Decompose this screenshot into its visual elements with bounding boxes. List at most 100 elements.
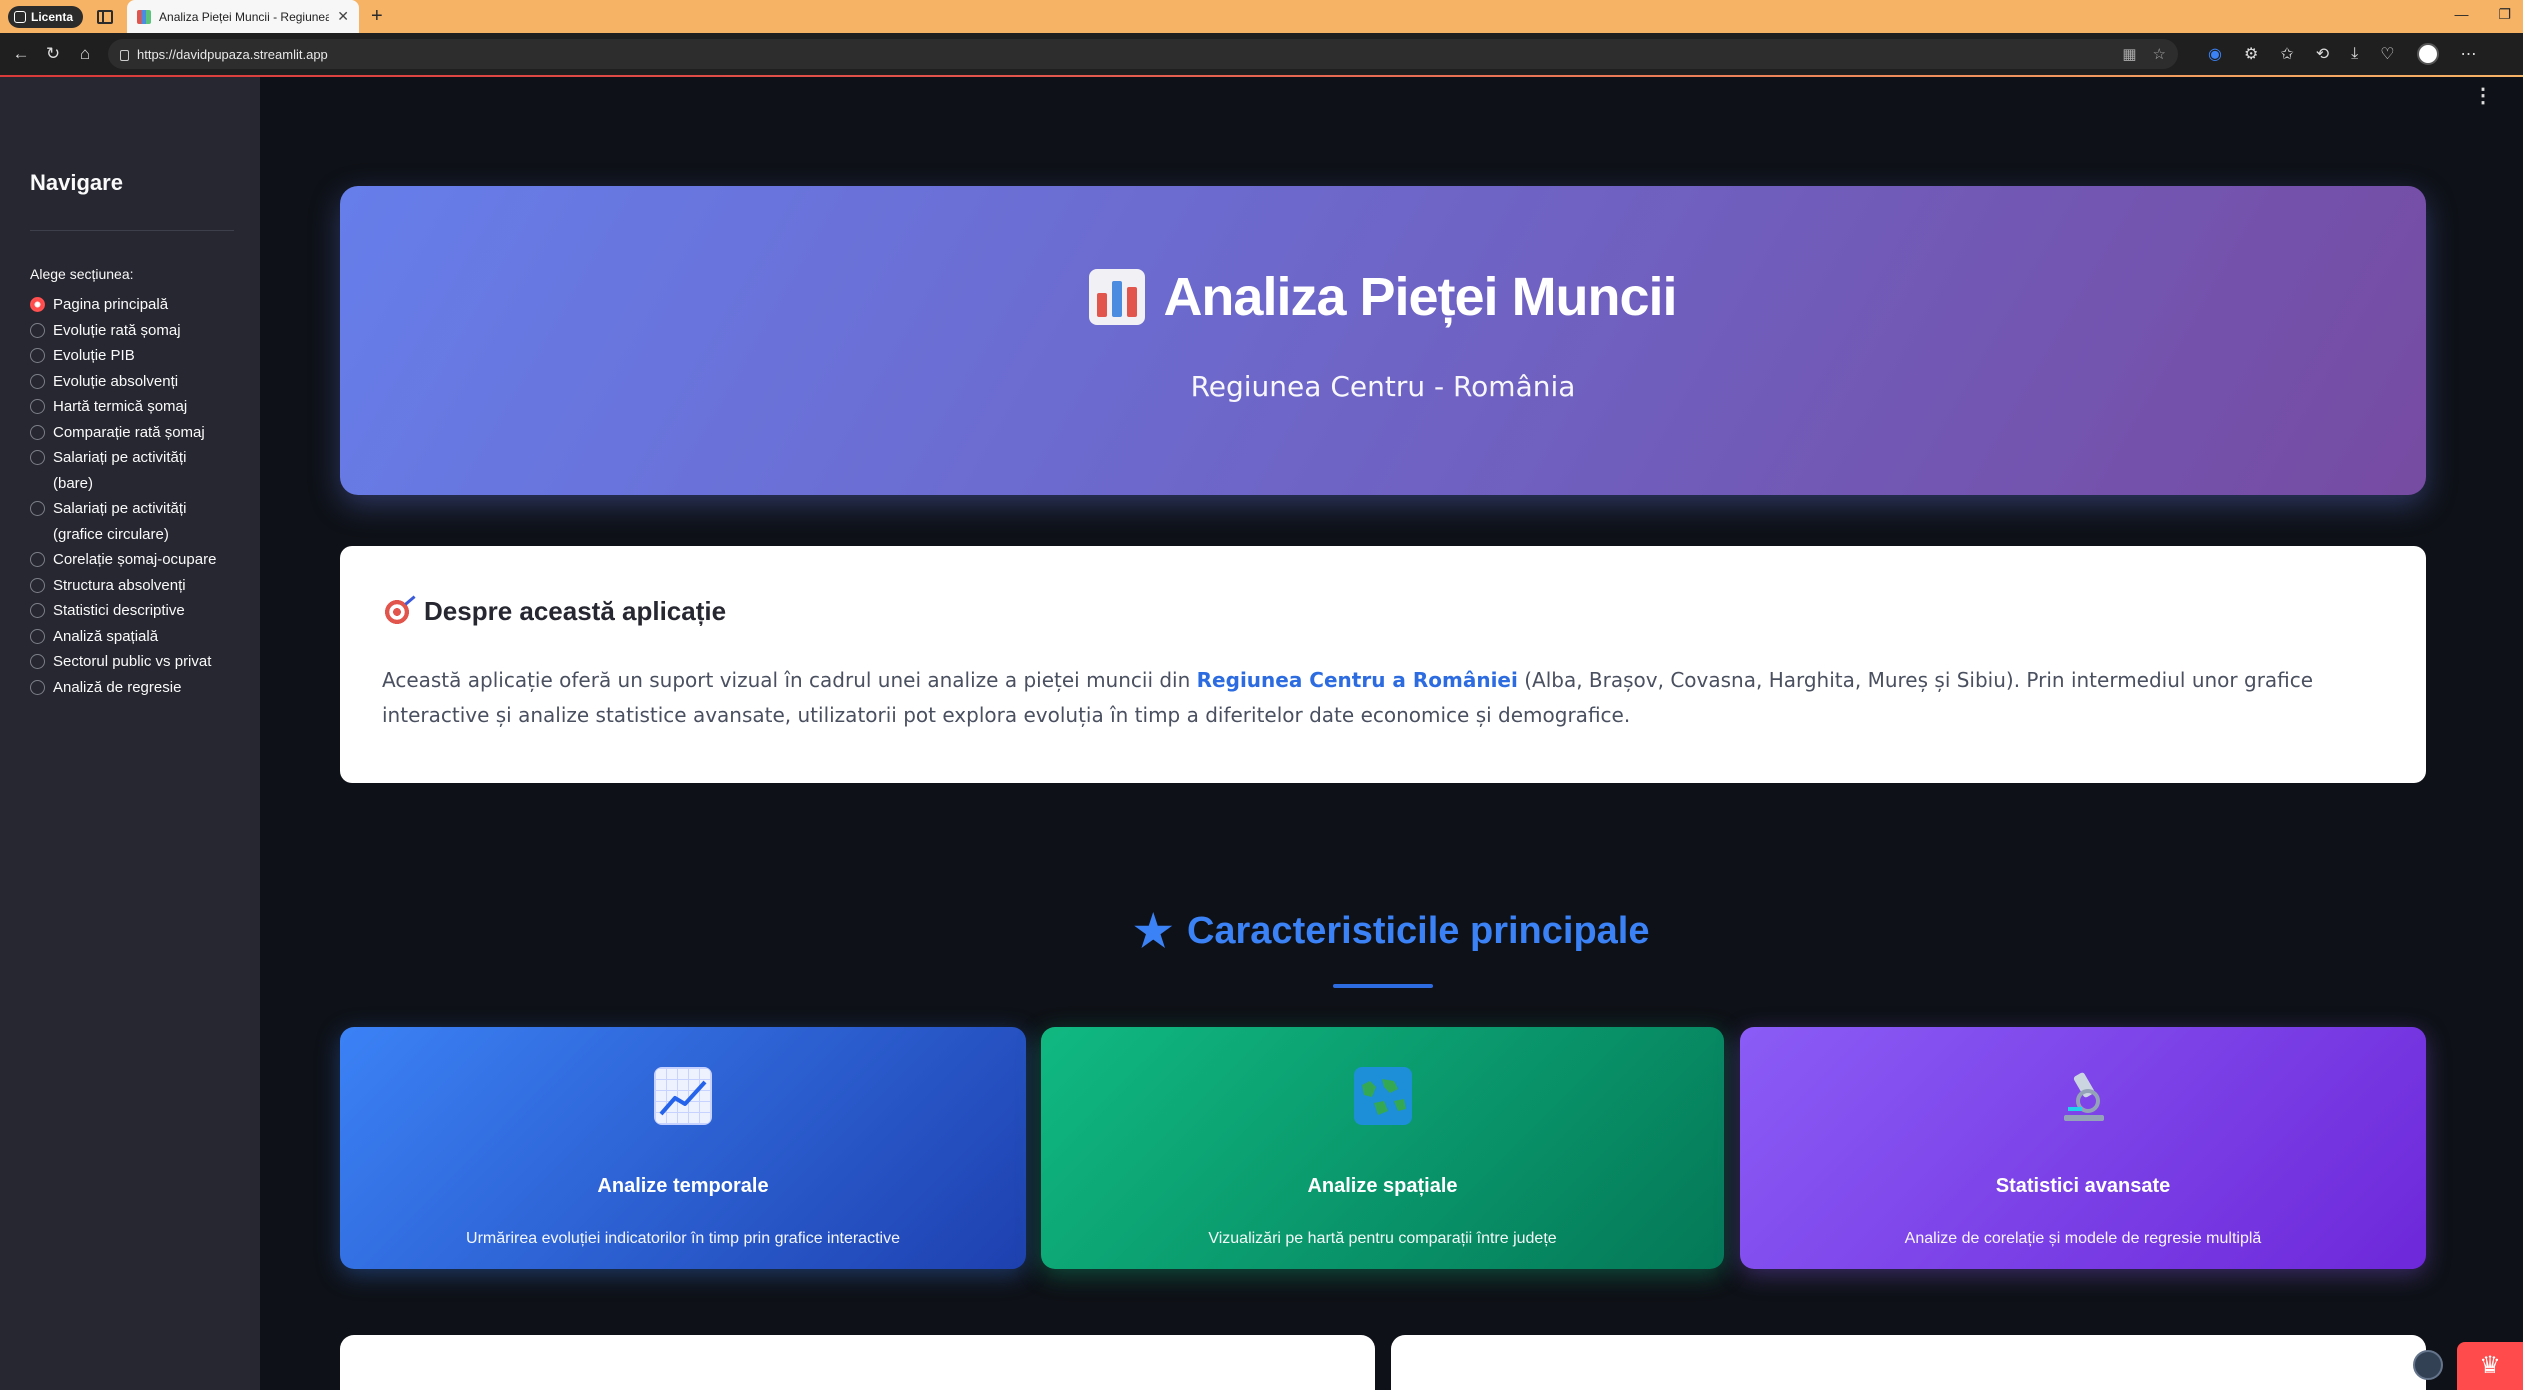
extensions-icon[interactable]: ⚙ [2244,44,2258,64]
profile-icon [14,10,26,23]
radio-label: Salariați pe activități (grafice circula… [53,500,187,543]
radio-label: Analiză de regresie [53,678,182,696]
microscope-icon [2054,1067,2112,1125]
browser-tab-active[interactable]: Analiza Pieței Muncii - Regiunea Centru … [127,0,360,33]
sidebar-radio-item[interactable]: Hartă termică șomaj [30,394,230,420]
sidebar-title: Navigare [30,170,123,195]
app-menu-icon[interactable]: ⋮ [2473,86,2493,106]
close-tab-icon[interactable]: ✕ [337,8,349,25]
page-title-text: Analiza Pieței Muncii [1163,267,1677,327]
url-field[interactable]: https://davidpupaza.streamlit.app ▦ ☆ [108,39,2178,69]
profile-label: Licenta [31,9,74,24]
history-icon[interactable]: ⟲ [2316,44,2329,64]
radio-button-icon[interactable] [30,424,45,440]
feature-desc: Vizualizări pe hartă pentru comparații î… [1208,1230,1557,1247]
about-text: Această aplicație oferă un suport vizual… [382,663,2384,733]
address-bar: ← ↻ ⌂ https://davidpupaza.streamlit.app … [0,33,2523,75]
sidebar-radio-item[interactable]: Corelație șomaj-ocupare [30,547,230,573]
copilot-icon[interactable]: ◉ [2208,44,2222,64]
download-icon[interactable]: ⤓ [2351,45,2358,63]
sidebar-radio-item[interactable]: Pagina principală [30,292,230,318]
restore-icon[interactable]: ❐ [2498,6,2511,23]
features-heading: ★ Caracteristicile principale [260,906,2523,957]
chat-avatar-icon[interactable] [2413,1350,2443,1380]
reader-icon[interactable]: ▦ [2122,45,2136,63]
radio-label: Sectorul public vs privat [53,653,212,670]
radio-button-icon[interactable] [30,322,45,338]
sidebar-radio-item[interactable]: Structura absolvenți [30,573,230,599]
radio-button-icon[interactable] [30,399,45,414]
sidebar-divider [30,230,234,231]
sidebar-radio-item[interactable]: Comparație rată șomaj [30,420,230,446]
feature-desc: Analize de corelație și modele de regres… [1904,1230,2262,1247]
radio-button-icon[interactable] [30,679,45,695]
radio-label: Pagina principală [53,296,169,313]
window-controls: — ❐ [2454,6,2511,23]
lock-icon [120,50,129,61]
about-card: Despre această aplicație Această aplicaț… [340,546,2426,783]
url-text: https://davidpupaza.streamlit.app [137,46,328,62]
about-title: Despre această aplicație [424,596,727,626]
feature-title: Statistici avansate [1995,1175,2171,1197]
radio-label: Structura absolvenți [53,576,186,594]
star-icon: ★ [1133,907,1173,956]
profile-button[interactable]: Licenta [8,5,84,28]
about-text-start: Această aplicație oferă un suport vizual… [382,668,1197,692]
radio-label: Analiză spațială [53,627,159,645]
radio-button-icon[interactable] [30,450,45,465]
home-icon[interactable]: ⌂ [74,44,96,64]
radio-button-icon[interactable] [30,373,45,389]
radio-button-icon[interactable] [30,628,45,644]
favorites-icon[interactable]: ✩ [2280,44,2293,64]
hero-banner: Analiza Pieței Muncii Regiunea Centru - … [340,186,2426,495]
sidebar-radio-item[interactable]: Analiză de regresie [30,675,230,701]
radio-label: Evoluție absolvenți [53,372,179,390]
new-tab-icon[interactable]: + [371,5,383,28]
sidebar: Navigare Alege secțiunea: Pagina princip… [0,77,260,1390]
browser-tab-bar: Licenta Analiza Pieței Muncii - Regiunea… [0,0,2523,33]
radio-button-icon[interactable] [30,297,45,312]
health-icon[interactable]: ♡ [2380,44,2394,64]
feature-card-stats: Statistici avansate Analize de corelație… [1740,1027,2426,1269]
page-title: Analiza Pieței Muncii [340,266,2426,328]
more-menu-icon[interactable]: ⋯ [2461,44,2477,64]
sidebar-radio-item[interactable]: Salariați pe activități (bare) [30,445,230,496]
radio-label: Comparație rată șomaj [53,423,205,441]
radio-button-icon[interactable] [30,577,45,593]
tab-actions-icon[interactable] [97,9,114,24]
radio-button-icon[interactable] [30,501,45,516]
back-icon[interactable]: ← [10,44,32,64]
sidebar-radio-item[interactable]: Evoluție PIB [30,343,230,369]
sidebar-radio-item[interactable]: Evoluție rată șomaj [30,318,230,344]
sidebar-radio-item[interactable]: Statistici descriptive [30,598,230,624]
minimize-icon[interactable]: — [2454,6,2468,23]
feature-title: Analize spațiale [1307,1175,1458,1197]
section-select-label: Alege secțiunea: [30,266,134,282]
target-icon [382,596,412,627]
sidebar-radio-item[interactable]: Sectorul public vs privat [30,649,230,675]
user-avatar-icon[interactable] [2416,43,2439,65]
sidebar-radio-item[interactable]: Evoluție absolvenți [30,369,230,395]
radio-button-icon[interactable] [30,654,45,669]
about-heading: Despre această aplicație [382,596,2384,627]
radio-label: Corelație șomaj-ocupare [53,551,217,568]
feature-desc: Urmărirea evoluției indicatorilor în tim… [466,1230,900,1247]
streamlit-crown-button[interactable]: ♛ [2457,1342,2523,1390]
sidebar-radio-item[interactable]: Analiză spațială [30,624,230,650]
favorite-star-icon[interactable]: ☆ [2153,45,2166,63]
radio-label: Statistici descriptive [53,602,185,619]
indicators-card [340,1335,1375,1390]
radio-button-icon[interactable] [30,552,45,567]
main-content: ⋮ Analiza Pieței Muncii Regiunea Centru … [260,77,2523,1390]
section-radio-group: Pagina principală Evoluție rată șomaj Evol… [30,292,230,700]
refresh-icon[interactable]: ↻ [42,44,64,64]
page-subtitle: Regiunea Centru - România [1190,370,1576,403]
radio-button-icon[interactable] [30,348,45,363]
bar-chart-icon [1089,269,1146,325]
radio-label: Salariați pe activități (bare) [53,449,187,492]
sidebar-radio-item[interactable]: Salariați pe activități (grafice circula… [30,496,230,547]
radio-label: Evoluție PIB [53,347,135,364]
radio-button-icon[interactable] [30,603,45,618]
features-underline [1333,984,1433,988]
world-map-icon [1353,1067,1412,1125]
